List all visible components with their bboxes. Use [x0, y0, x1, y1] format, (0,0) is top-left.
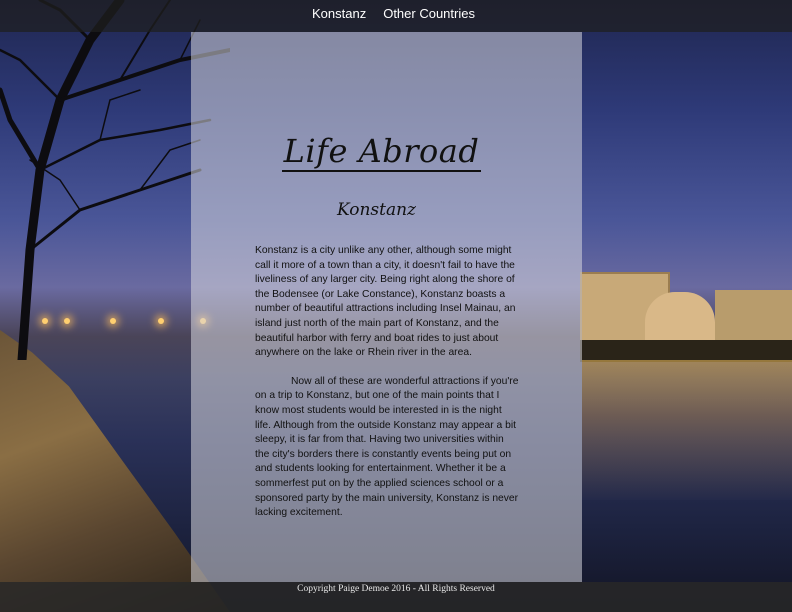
background-riverbank	[580, 340, 792, 362]
background-water-reflection	[582, 360, 792, 500]
nav-link-konstanz[interactable]: Konstanz	[312, 6, 366, 22]
top-navigation-bar: Konstanz Other Countries	[0, 0, 792, 32]
article-paragraph: Now all of these are wonderful attractio…	[255, 375, 519, 519]
background-building	[645, 292, 715, 342]
content-panel: Life Abroad Konstanz Konstanz is a city …	[191, 32, 582, 582]
article-body: Konstanz is a city unlike any other, alt…	[255, 244, 520, 535]
background-building	[715, 290, 792, 345]
page-subtitle: Konstanz	[336, 200, 417, 220]
main-nav: Konstanz Other Countries	[312, 6, 475, 22]
page-title-wrapper: Life Abroad	[191, 132, 582, 172]
page-title: Life Abroad	[281, 132, 482, 172]
nav-link-other-countries[interactable]: Other Countries	[383, 6, 475, 22]
article-paragraph: Konstanz is a city unlike any other, alt…	[255, 245, 516, 359]
footer-bar: Copyright Paige Demoe 2016 - All Rights …	[0, 582, 792, 612]
copyright-text: Copyright Paige Demoe 2016 - All Rights …	[297, 584, 495, 594]
